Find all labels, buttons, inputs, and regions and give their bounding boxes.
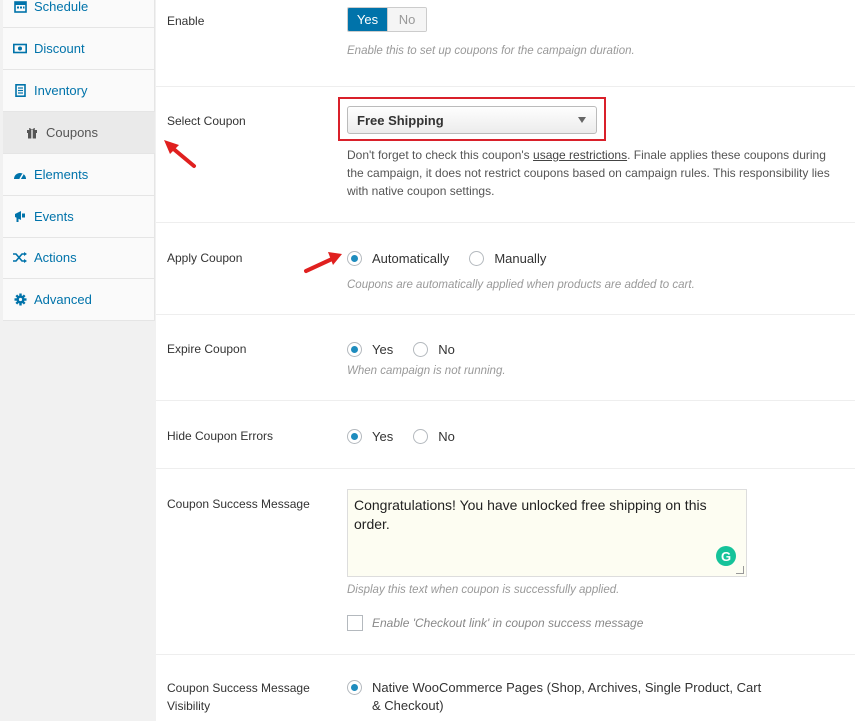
shuffle-icon (13, 251, 27, 265)
success-message-textarea[interactable]: Congratulations! You have unlocked free … (347, 489, 747, 577)
sidebar-item-label: Events (34, 209, 74, 224)
hide-errors-yes-option[interactable]: Yes (347, 429, 393, 444)
enable-toggle[interactable]: Yes No (347, 7, 427, 32)
apply-coupon-description: Coupons are automatically applied when p… (347, 279, 695, 291)
coupon-select-value: Free Shipping (357, 112, 444, 128)
expire-no-option[interactable]: No (413, 342, 455, 357)
expire-coupon-radios: Yes No (347, 342, 475, 357)
sidebar-item-label: Schedule (34, 0, 89, 14)
hide-errors-row: Hide Coupon Errors (156, 401, 855, 469)
expire-no-radio[interactable] (413, 342, 429, 357)
grammarly-icon[interactable]: G (716, 546, 736, 566)
money-icon (13, 42, 27, 56)
apply-coupon-radios: Automatically Manually (347, 251, 566, 266)
sidebar-item-discount[interactable]: Discount (3, 28, 155, 70)
visibility-native-option[interactable]: Native WooCommerce Pages (Shop, Archives… (347, 679, 767, 715)
apply-automatically-option[interactable]: Automatically (347, 251, 449, 266)
select-coupon-label: Select Coupon (167, 114, 246, 128)
expire-coupon-row: Expire Coupon (156, 315, 855, 401)
checkout-link-option[interactable]: Enable 'Checkout link' in coupon success… (347, 615, 643, 631)
resize-handle-icon[interactable] (736, 566, 744, 574)
sidebar-item-label: Advanced (34, 292, 92, 307)
document-icon (13, 84, 27, 98)
enable-row: Enable Yes No Enable this to set up coup… (156, 0, 855, 87)
expire-yes-option[interactable]: Yes (347, 342, 393, 357)
usage-restrictions-link[interactable]: usage restrictions (533, 148, 627, 162)
calendar-icon (13, 0, 27, 14)
sidebar-item-label: Actions (34, 250, 77, 265)
option-label: Yes (372, 429, 394, 444)
sidebar-item-coupons[interactable]: Coupons (3, 112, 155, 154)
option-label: Manually (494, 251, 547, 266)
hide-errors-no-radio[interactable] (413, 429, 429, 444)
sidebar-item-schedule[interactable]: Schedule (3, 0, 155, 28)
apply-coupon-label: Apply Coupon (167, 251, 243, 265)
sidebar-item-advanced[interactable]: Advanced (3, 279, 155, 321)
success-message-description: Display this text when coupon is success… (347, 584, 620, 596)
apply-coupon-row: Apply Coupon (156, 223, 855, 315)
visibility-label: Coupon Success Message Visibility (167, 681, 310, 713)
chevron-down-icon (578, 117, 586, 123)
apply-automatically-radio[interactable] (347, 251, 362, 266)
hide-errors-label: Hide Coupon Errors (167, 429, 274, 443)
sidebar-item-elements[interactable]: Elements (3, 154, 155, 196)
hide-errors-yes-radio[interactable] (347, 429, 362, 444)
coupon-select[interactable]: Free Shipping (347, 106, 597, 134)
expire-coupon-label: Expire Coupon (167, 342, 247, 356)
visibility-radios: Native WooCommerce Pages (Shop, Archives… (347, 679, 787, 715)
coupon-settings-panel: Enable Yes No Enable this to set up coup… (156, 0, 855, 721)
sidebar-item-label: Inventory (34, 83, 88, 98)
annotation-arrow-icon (304, 252, 342, 273)
textarea-value: Congratulations! You have unlocked free … (354, 497, 707, 532)
sidebar-item-inventory[interactable]: Inventory (3, 70, 155, 112)
settings-sidebar: Schedule Discount Inventory Coupons Elem… (3, 0, 155, 321)
option-label: Automatically (372, 251, 450, 266)
checkout-link-checkbox[interactable] (347, 615, 363, 631)
sidebar-item-events[interactable]: Events (3, 196, 155, 238)
enable-yes-button[interactable]: Yes (348, 8, 387, 31)
gauge-icon (13, 168, 27, 182)
checkbox-label: Enable 'Checkout link' in coupon success… (372, 616, 644, 630)
hide-errors-no-option[interactable]: No (413, 429, 455, 444)
visibility-native-radio[interactable] (347, 680, 362, 695)
gift-icon (25, 126, 39, 140)
apply-manually-radio[interactable] (469, 251, 485, 266)
sidebar-item-actions[interactable]: Actions (3, 237, 155, 279)
sidebar-item-label: Discount (34, 41, 85, 56)
annotation-arrow-icon (164, 140, 196, 168)
enable-no-button[interactable]: No (387, 8, 426, 31)
enable-description: Enable this to set up coupons for the ca… (347, 45, 635, 57)
option-label: Yes (372, 342, 394, 357)
sidebar-item-label: Coupons (46, 125, 99, 140)
expire-yes-radio[interactable] (347, 342, 362, 357)
success-message-label: Coupon Success Message (167, 497, 310, 511)
select-coupon-help: Don't forget to check this coupon's usag… (347, 146, 837, 200)
hide-errors-radios: Yes No (347, 429, 475, 444)
option-label: Native WooCommerce Pages (Shop, Archives… (372, 680, 762, 713)
option-label: No (438, 342, 455, 357)
apply-manually-option[interactable]: Manually (469, 251, 546, 266)
megaphone-icon (13, 210, 27, 224)
gear-icon (13, 293, 27, 307)
enable-label: Enable (167, 14, 205, 28)
sidebar-item-label: Elements (34, 167, 89, 182)
expire-coupon-description: When campaign is not running. (347, 365, 506, 377)
option-label: No (438, 429, 455, 444)
help-text: Don't forget to check this coupon's (347, 148, 534, 162)
